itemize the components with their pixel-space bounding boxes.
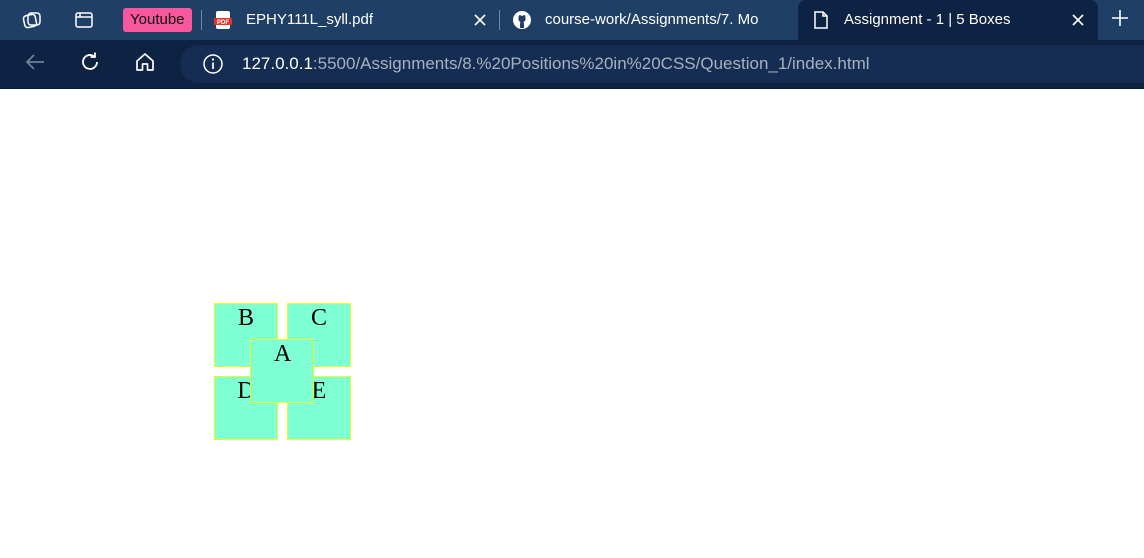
url-host: 127.0.0.1: [242, 54, 313, 73]
box-a-label: A: [274, 341, 292, 367]
refresh-button[interactable]: [74, 48, 106, 80]
close-tab-icon[interactable]: [471, 11, 489, 29]
pdf-icon: PDF: [213, 10, 233, 30]
new-tab-button[interactable]: [1104, 4, 1136, 36]
url-path: :5500/Assignments/8.%20Positions%20in%20…: [312, 54, 870, 73]
tab-pdf[interactable]: PDF EPHY111L_syll.pdf: [213, 0, 498, 40]
plus-icon: [1111, 9, 1129, 32]
page-icon: [811, 10, 831, 30]
tab-separator: [499, 10, 500, 30]
back-arrow-icon: [24, 53, 46, 76]
tab-title: Assignment - 1 | 5 Boxes: [844, 11, 1011, 28]
close-tab-icon[interactable]: [1069, 11, 1087, 29]
address-bar[interactable]: 127.0.0.1:5500/Assignments/8.%20Position…: [180, 45, 1144, 83]
workspaces-icon: [21, 9, 43, 31]
toolbar: 127.0.0.1:5500/Assignments/8.%20Position…: [0, 40, 1144, 88]
home-icon: [134, 51, 156, 78]
workspaces-button[interactable]: [16, 4, 48, 36]
back-button[interactable]: [19, 48, 51, 80]
tab-actions-button[interactable]: [68, 4, 100, 36]
page-viewport: B C D E A: [0, 89, 1144, 558]
tab-actions-icon: [74, 10, 94, 30]
tab-title: EPHY111L_syll.pdf: [246, 11, 374, 28]
tab-active[interactable]: Assignment - 1 | 5 Boxes: [798, 0, 1098, 40]
tab-separator: [201, 10, 202, 30]
tab-title: course-work/Assignments/7. Mo: [545, 11, 759, 28]
box-a: A: [250, 339, 314, 403]
youtube-bookmark[interactable]: Youtube: [123, 8, 192, 32]
info-icon[interactable]: [202, 53, 224, 75]
url-text[interactable]: 127.0.0.1:5500/Assignments/8.%20Position…: [242, 54, 870, 74]
home-button[interactable]: [129, 48, 161, 80]
tab-github[interactable]: course-work/Assignments/7. Mo: [512, 0, 762, 40]
svg-text:PDF: PDF: [217, 20, 229, 26]
refresh-icon: [79, 51, 101, 78]
tab-strip: Youtube PDF EPHY111L_syll.pdf course-wor…: [0, 0, 1144, 40]
github-icon: [512, 10, 532, 30]
